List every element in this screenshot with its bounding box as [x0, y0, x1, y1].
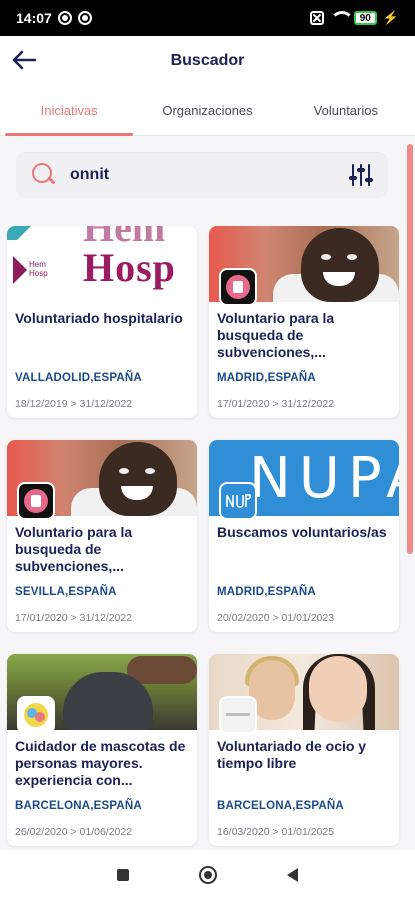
- organization-logo: Hem Hosp: [7, 240, 63, 302]
- no-sim-icon: [309, 11, 324, 25]
- system-navigation-bar: [0, 850, 415, 900]
- card-location: SEVILLA,ESPAÑA: [15, 586, 117, 598]
- tab-organizaciones[interactable]: Organizaciones: [138, 86, 276, 135]
- card-dates: 20/02/2020 > 01/01/2023: [217, 612, 335, 624]
- initiative-card[interactable]: Hem Hosp Hem Hosp Voluntariado hospitala…: [7, 226, 197, 418]
- card-title: Voluntariado hospitalario: [15, 310, 183, 326]
- card-dates: 26/02/2020 > 01/06/2022: [15, 826, 133, 838]
- search-icon: [30, 161, 58, 189]
- wifi-icon: [329, 11, 354, 25]
- tab-voluntarios[interactable]: Voluntarios: [277, 86, 415, 135]
- card-location: BARCELONA,ESPAÑA: [217, 800, 344, 812]
- card-image-text: Hosp: [83, 245, 176, 290]
- initiative-card[interactable]: Cuidador de mascotas de personas mayores…: [7, 654, 197, 846]
- card-image: Hem Hosp Hem Hosp: [7, 226, 197, 302]
- initiative-card[interactable]: Voluntario para la busqueda de subvencio…: [7, 440, 197, 632]
- battery-icon: 90: [353, 11, 377, 25]
- search-bar: [16, 152, 388, 198]
- page-title: Buscador: [170, 52, 245, 69]
- tab-iniciativas[interactable]: Iniciativas: [0, 86, 138, 136]
- organization-logo: [219, 268, 257, 306]
- card-title: Cuidador de mascotas de personas mayores…: [15, 738, 186, 788]
- app-header: Buscador: [0, 36, 415, 86]
- card-dates: 18/12/2019 > 31/12/2022: [15, 398, 133, 410]
- results-scroll-area[interactable]: Hem Hosp Hem Hosp Voluntariado hospitala…: [0, 136, 415, 850]
- charging-icon: ⚡: [382, 10, 399, 25]
- back-button[interactable]: [8, 44, 40, 76]
- card-image-text: NUPA: [249, 446, 399, 511]
- status-bar: 14:07 90 ⚡: [0, 0, 415, 36]
- card-title: Voluntario para la busqueda de subvencio…: [15, 524, 133, 574]
- organization-logo-text: Hem Hosp: [29, 260, 48, 278]
- scrollbar[interactable]: [407, 144, 413, 554]
- organization-logo: [17, 482, 55, 520]
- arrow-left-icon: [12, 50, 37, 70]
- card-location: VALLADOLID,ESPAÑA: [15, 372, 142, 384]
- search-input[interactable]: [70, 166, 348, 184]
- card-dates: 16/03/2020 > 01/01/2025: [217, 826, 335, 838]
- initiative-card[interactable]: NUPA Buscamos voluntarios/as MADRID,ESPA…: [209, 440, 399, 632]
- filter-sliders-icon[interactable]: [348, 162, 374, 188]
- initiative-card[interactable]: Voluntario para la busqueda de subvencio…: [209, 226, 399, 418]
- card-title: Buscamos voluntarios/as: [217, 524, 387, 540]
- card-dates: 17/01/2020 > 31/12/2022: [217, 398, 335, 410]
- battery-level: 90: [359, 12, 371, 24]
- tab-bar: Iniciativas Organizaciones Voluntarios: [0, 86, 415, 136]
- card-dates: 17/01/2020 > 31/12/2022: [15, 612, 133, 624]
- organization-logo: [219, 696, 257, 734]
- card-title: Voluntariado de ocio y tiempo libre: [217, 738, 367, 771]
- organization-logo: [17, 696, 55, 734]
- app-notification-icon: [57, 11, 72, 25]
- recent-apps-button[interactable]: [117, 869, 129, 881]
- home-button[interactable]: [199, 866, 217, 884]
- app-notification-icon-2: [77, 11, 92, 25]
- organization-logo: [219, 482, 257, 520]
- card-location: BARCELONA,ESPAÑA: [15, 800, 142, 812]
- initiative-card[interactable]: Voluntariado de ocio y tiempo libre BARC…: [209, 654, 399, 846]
- card-location: MADRID,ESPAÑA: [217, 372, 316, 384]
- back-nav-button[interactable]: [287, 868, 298, 882]
- card-location: MADRID,ESPAÑA: [217, 586, 316, 598]
- card-title: Voluntario para la busqueda de subvencio…: [217, 310, 335, 360]
- status-time: 14:07: [16, 10, 52, 26]
